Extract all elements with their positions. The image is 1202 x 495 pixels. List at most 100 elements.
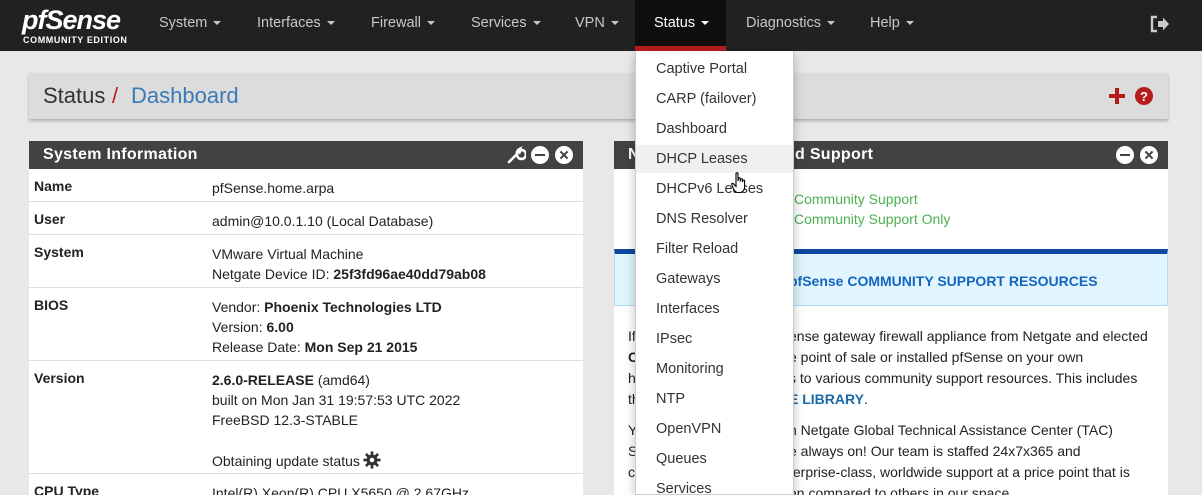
version-release: 2.6.0-RELEASE [212, 372, 314, 388]
logo-edition: COMMUNITY EDITION [23, 35, 128, 45]
device-id: 25f3fd96ae40dd79ab08 [333, 266, 486, 282]
para-fragment: . [863, 391, 868, 407]
library-link[interactable]: E LIBRARY [789, 391, 864, 407]
menu-item-monitoring[interactable]: Monitoring [636, 355, 793, 383]
banner-text: pfSense COMMUNITY SUPPORT RESOURCES [789, 273, 1098, 289]
para-fragment: ense gateway firewall appliance from Net… [789, 328, 1148, 344]
menu-item-gateways[interactable]: Gateways [636, 265, 793, 293]
nav-help-label: Help [870, 15, 900, 31]
menu-item-dhcpv6-leases[interactable]: DHCPv6 Leases [636, 175, 793, 203]
nav-vpn-label: VPN [575, 15, 605, 31]
bios-release: Mon Sep 21 2015 [304, 339, 418, 355]
logo-text: pfSense [22, 5, 121, 35]
menu-item-captive-portal[interactable]: Captive Portal [636, 55, 793, 83]
table-row: CPU Type Intel(R) Xeon(R) CPU X5650 @ 2.… [29, 474, 583, 495]
panel-title: System Information [43, 146, 198, 163]
row-value: VMware Virtual Machine Netgate Device ID… [212, 244, 486, 284]
para-fragment: terprise-class, worldwide support at a p… [789, 464, 1130, 480]
bios-release-label: Release Date: [212, 339, 301, 355]
nav-services[interactable]: Services [471, 0, 541, 51]
caret-down-icon [826, 21, 835, 26]
minimize-icon[interactable] [531, 146, 549, 164]
menu-item-dashboard[interactable]: Dashboard [636, 115, 793, 143]
row-label: Version [34, 370, 85, 386]
menu-item-dns-resolver[interactable]: DNS Resolver [636, 205, 793, 233]
caret-down-icon [426, 21, 435, 26]
row-value: pfSense.home.arpa [212, 180, 335, 196]
question-circle-icon[interactable]: ? [1135, 87, 1153, 105]
nav-firewall-label: Firewall [371, 15, 421, 31]
version-arch: (amd64) [317, 372, 370, 388]
para-fragment: n Netgate Global Technical Assistance Ce… [789, 422, 1113, 438]
pfsense-logo[interactable]: pfSense COMMUNITY EDITION [22, 5, 134, 47]
menu-item-carp[interactable]: CARP (failover) [636, 85, 793, 113]
bios-vendor-label: Vendor: [212, 299, 261, 315]
nav-help[interactable]: Help [870, 0, 914, 51]
svg-text:?: ? [1140, 89, 1148, 104]
page-title[interactable]: Dashboard [131, 83, 239, 109]
table-row: Name pfSense.home.arpa [29, 169, 583, 202]
bios-vendor: Phoenix Technologies LTD [264, 299, 442, 315]
bios-version-label: Version: [212, 319, 263, 335]
row-value: 2.6.0-RELEASE (amd64) built on Mon Jan 3… [212, 370, 460, 471]
caret-down-icon [532, 21, 541, 26]
update-status: Obtaining update status [212, 453, 360, 469]
wrench-icon[interactable] [507, 146, 526, 164]
caret-down-icon [610, 21, 619, 26]
menu-item-interfaces[interactable]: Interfaces [636, 295, 793, 323]
row-value: admin@10.0.1.10 (Local Database) [212, 213, 434, 229]
menu-item-dhcp-leases[interactable]: DHCP Leases [636, 145, 793, 173]
support-status-line: Community Support [794, 191, 918, 207]
nav-interfaces-label: Interfaces [257, 15, 321, 31]
para-fragment: e point of sale or installed pfSense on … [789, 349, 1084, 365]
table-row: BIOS Vendor: Phoenix Technologies LTD Ve… [29, 288, 583, 361]
menu-item-filter-reload[interactable]: Filter Reload [636, 235, 793, 263]
nav-vpn[interactable]: VPN [575, 0, 619, 51]
nav-system[interactable]: System [159, 0, 222, 51]
hand-pointer-icon [731, 172, 746, 194]
table-row: System VMware Virtual Machine Netgate De… [29, 235, 583, 288]
minimize-icon[interactable] [1116, 146, 1134, 164]
version-built: built on Mon Jan 31 19:57:53 UTC 2022 [212, 392, 461, 408]
system-information-panel: System Information Name pfSense.home.arp… [29, 141, 583, 495]
breadcrumb-separator: / [112, 83, 119, 108]
nav-firewall[interactable]: Firewall [371, 0, 435, 51]
nav-system-label: System [159, 15, 208, 31]
row-label: BIOS [34, 297, 69, 313]
para-fragment: s to various community support resources… [789, 370, 1138, 386]
nav-diagnostics[interactable]: Diagnostics [746, 0, 835, 51]
panel-heading: System Information [29, 141, 583, 169]
row-label: System [34, 244, 84, 260]
system-platform: VMware Virtual Machine [212, 246, 364, 262]
menu-item-ntp[interactable]: NTP [636, 385, 793, 413]
menu-item-openvpn[interactable]: OpenVPN [636, 415, 793, 443]
menu-item-ipsec[interactable]: IPsec [636, 325, 793, 353]
caret-down-icon [326, 21, 335, 26]
close-icon[interactable] [1140, 146, 1158, 164]
caret-down-icon [905, 21, 914, 26]
caret-down-icon [213, 21, 222, 26]
top-navbar: pfSense COMMUNITY EDITION System Interfa… [0, 0, 1202, 51]
caret-down-icon [701, 21, 710, 26]
row-label: User [34, 211, 66, 227]
status-dropdown-menu: Captive Portal CARP (failover) Dashboard… [635, 51, 794, 495]
breadcrumb-section[interactable]: Status [43, 83, 105, 109]
page-header: Status / Dashboard ? [29, 73, 1168, 119]
sign-out-icon[interactable] [1150, 15, 1170, 33]
device-id-label: Netgate Device ID: [212, 266, 330, 282]
table-row: Version 2.6.0-RELEASE (amd64) built on M… [29, 361, 583, 474]
support-level-line: Community Support Only [794, 211, 951, 227]
menu-item-services[interactable]: Services [636, 475, 793, 494]
nav-interfaces[interactable]: Interfaces [257, 0, 335, 51]
plus-icon[interactable] [1108, 86, 1126, 106]
nav-services-label: Services [471, 15, 527, 31]
para-fragment: en compared to others in our space. [789, 485, 1014, 495]
close-icon[interactable] [555, 146, 573, 164]
panel-title-end: d Support [795, 146, 874, 163]
row-value: Intel(R) Xeon(R) CPU X5650 @ 2.67GHz [212, 485, 469, 495]
nav-status[interactable]: Status [635, 0, 726, 51]
bios-version: 6.00 [266, 319, 294, 335]
para-fragment: c [628, 464, 635, 480]
menu-item-queues[interactable]: Queues [636, 445, 793, 473]
nav-diagnostics-label: Diagnostics [746, 15, 821, 31]
